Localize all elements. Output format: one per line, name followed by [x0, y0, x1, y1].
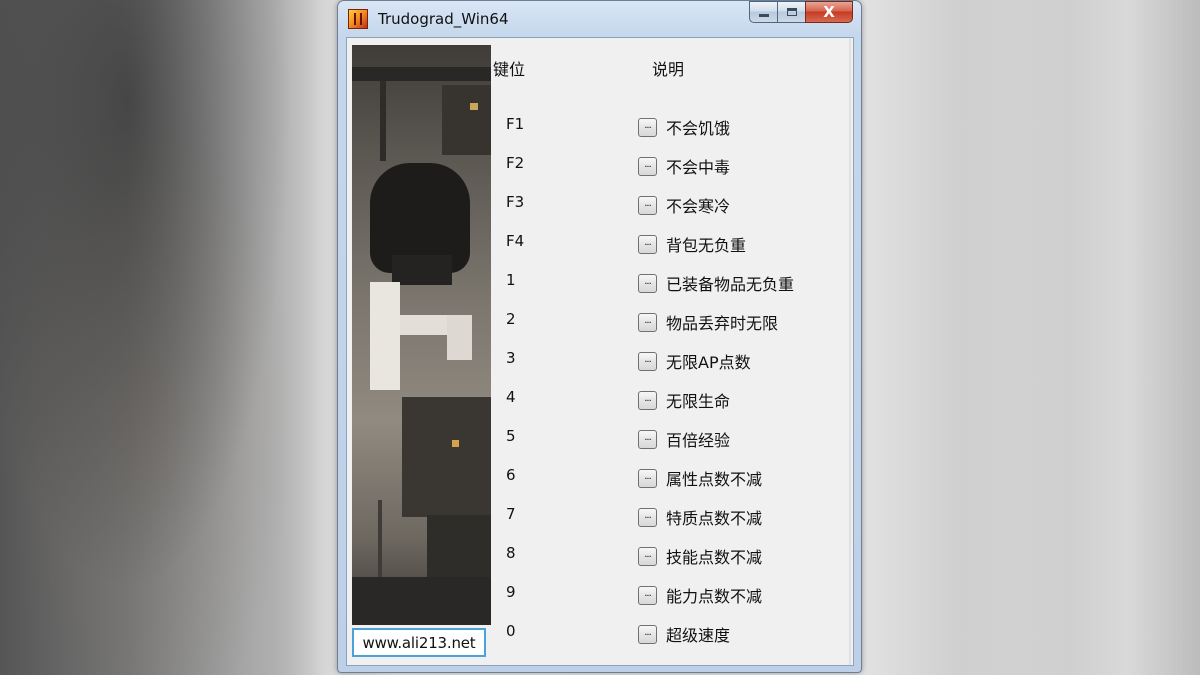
toggle-button[interactable]: ... [638, 469, 657, 488]
hotkey-row: 5 ... 百倍经验 [347, 427, 847, 457]
hotkey-row: 3 ... 无限AP点数 [347, 349, 847, 379]
hotkey-label: 6 [506, 466, 516, 484]
background-blur-left [0, 0, 320, 675]
close-button[interactable]: X [805, 1, 853, 23]
background-blur-right [960, 0, 1200, 675]
hotkey-row: 8 ... 技能点数不减 [347, 544, 847, 574]
hotkey-label: F2 [506, 154, 525, 172]
hotkey-row: 2 ... 物品丢弃时无限 [347, 310, 847, 340]
toggle-button[interactable]: ... [638, 274, 657, 293]
cheat-description: 物品丢弃时无限 [666, 314, 779, 333]
trainer-window: Trudograd_Win64 X www.ali213.net 键位 说明 F… [337, 0, 862, 673]
hotkey-label: 2 [506, 310, 516, 328]
description-column-header: 说明 [652, 60, 685, 79]
hotkey-label: 3 [506, 349, 516, 367]
hotkey-label: 1 [506, 271, 516, 289]
cheat-description: 技能点数不减 [666, 548, 763, 567]
toggle-button[interactable]: ... [638, 352, 657, 371]
maximize-icon [786, 8, 797, 16]
client-area: www.ali213.net 键位 说明 F1 ... 不会饥饿 F2 ... … [346, 37, 854, 666]
cheat-description: 不会中毒 [666, 158, 731, 177]
hotkey-row: 4 ... 无限生命 [347, 388, 847, 418]
window-title: Trudograd_Win64 [378, 10, 509, 28]
hotkey-label: 5 [506, 427, 516, 445]
hotkey-label: F3 [506, 193, 525, 211]
app-icon [348, 9, 368, 29]
client-edge [849, 38, 851, 665]
title-bar[interactable]: Trudograd_Win64 X [338, 1, 861, 37]
toggle-button[interactable]: ... [638, 196, 657, 215]
cheat-description: 已装备物品无负重 [666, 275, 795, 294]
hotkey-row: F1 ... 不会饥饿 [347, 115, 847, 145]
hotkey-label: F1 [506, 115, 525, 133]
hotkey-row: 0 ... 超级速度 [347, 622, 847, 652]
cheat-description: 特质点数不减 [666, 509, 763, 528]
cheat-description: 属性点数不减 [666, 470, 763, 489]
hotkey-row: 7 ... 特质点数不减 [347, 505, 847, 535]
toggle-button[interactable]: ... [638, 430, 657, 449]
hotkey-row: 1 ... 已装备物品无负重 [347, 271, 847, 301]
toggle-button[interactable]: ... [638, 508, 657, 527]
hotkey-row: F2 ... 不会中毒 [347, 154, 847, 184]
minimize-icon [758, 13, 769, 17]
toggle-button[interactable]: ... [638, 118, 657, 137]
minimize-button[interactable] [749, 1, 777, 23]
cheat-description: 能力点数不减 [666, 587, 763, 606]
hotkey-label: 0 [506, 622, 516, 640]
cheat-description: 百倍经验 [666, 431, 731, 450]
hotkey-row: F4 ... 背包无负重 [347, 232, 847, 262]
hotkey-label: F4 [506, 232, 525, 250]
cheat-description: 不会寒冷 [666, 197, 731, 216]
hotkey-label: 8 [506, 544, 516, 562]
cheat-description: 无限AP点数 [666, 353, 751, 372]
window-controls: X [749, 1, 853, 25]
hotkey-label: 4 [506, 388, 516, 406]
cheat-description: 无限生命 [666, 392, 731, 411]
hotkey-row: 6 ... 属性点数不减 [347, 466, 847, 496]
toggle-button[interactable]: ... [638, 235, 657, 254]
cheat-description: 背包无负重 [666, 236, 747, 255]
close-icon: X [823, 3, 835, 21]
hotkey-label: 9 [506, 583, 516, 601]
hotkey-row: 9 ... 能力点数不减 [347, 583, 847, 613]
toggle-button[interactable]: ... [638, 586, 657, 605]
toggle-button[interactable]: ... [638, 547, 657, 566]
toggle-button[interactable]: ... [638, 391, 657, 410]
hotkey-row: F3 ... 不会寒冷 [347, 193, 847, 223]
cheat-description: 超级速度 [666, 626, 731, 645]
toggle-button[interactable]: ... [638, 157, 657, 176]
maximize-button[interactable] [777, 1, 805, 23]
hotkey-label: 7 [506, 505, 516, 523]
toggle-button[interactable]: ... [638, 625, 657, 644]
cheat-description: 不会饥饿 [666, 119, 731, 138]
key-column-header: 键位 [493, 60, 526, 79]
toggle-button[interactable]: ... [638, 313, 657, 332]
